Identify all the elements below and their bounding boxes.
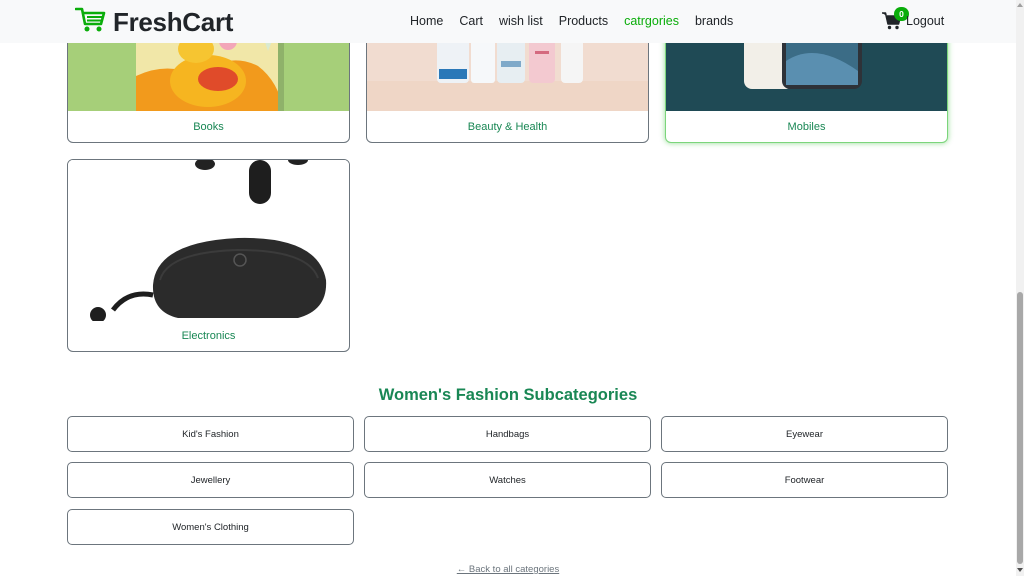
nav-products[interactable]: Products (559, 14, 608, 28)
category-card-electronics[interactable]: Electronics (67, 159, 350, 352)
nav-cart[interactable]: Cart (459, 14, 483, 28)
category-label: Electronics (181, 330, 236, 342)
nav-home[interactable]: Home (410, 14, 443, 28)
back-to-categories-link[interactable]: ← Back to all categories (0, 564, 1016, 575)
scrollbar-thumb[interactable] (1017, 292, 1023, 564)
subcategory-button[interactable]: Handbags (364, 416, 651, 452)
category-label: Mobiles (787, 121, 826, 133)
subcategory-button[interactable]: Kid's Fashion (67, 416, 354, 452)
scroll-up-icon[interactable] (1017, 3, 1023, 7)
subcategories-title: Women's Fashion Subcategories (378, 386, 638, 404)
nav-links: Home Cart wish list Products catrgories … (410, 14, 733, 28)
subcategory-button[interactable]: Eyewear (661, 416, 948, 452)
category-label: Books (193, 121, 224, 133)
navbar: FreshCart Home Cart wish list Products c… (0, 0, 1016, 43)
subcategory-button[interactable]: Jewellery (67, 462, 354, 498)
logout-link[interactable]: Logout (906, 14, 944, 28)
category-label: Beauty & Health (467, 121, 548, 133)
page: FreshCart Home Cart wish list Products c… (0, 0, 1024, 576)
subcategory-button[interactable]: Footwear (661, 462, 948, 498)
nav-brands[interactable]: brands (695, 14, 733, 28)
subcategory-button[interactable]: Watches (364, 462, 651, 498)
scroll-down-icon[interactable] (1017, 568, 1023, 572)
subcategory-button[interactable]: Women's Clothing (67, 509, 354, 545)
nav-categories[interactable]: catrgories (624, 14, 679, 28)
electronics-image (68, 160, 349, 321)
brand-name: FreshCart (113, 7, 234, 37)
nav-wishlist[interactable]: wish list (499, 14, 543, 28)
scrollbar[interactable] (1016, 0, 1024, 576)
brand-logo[interactable]: FreshCart (74, 6, 234, 39)
cart-icon (74, 6, 107, 39)
